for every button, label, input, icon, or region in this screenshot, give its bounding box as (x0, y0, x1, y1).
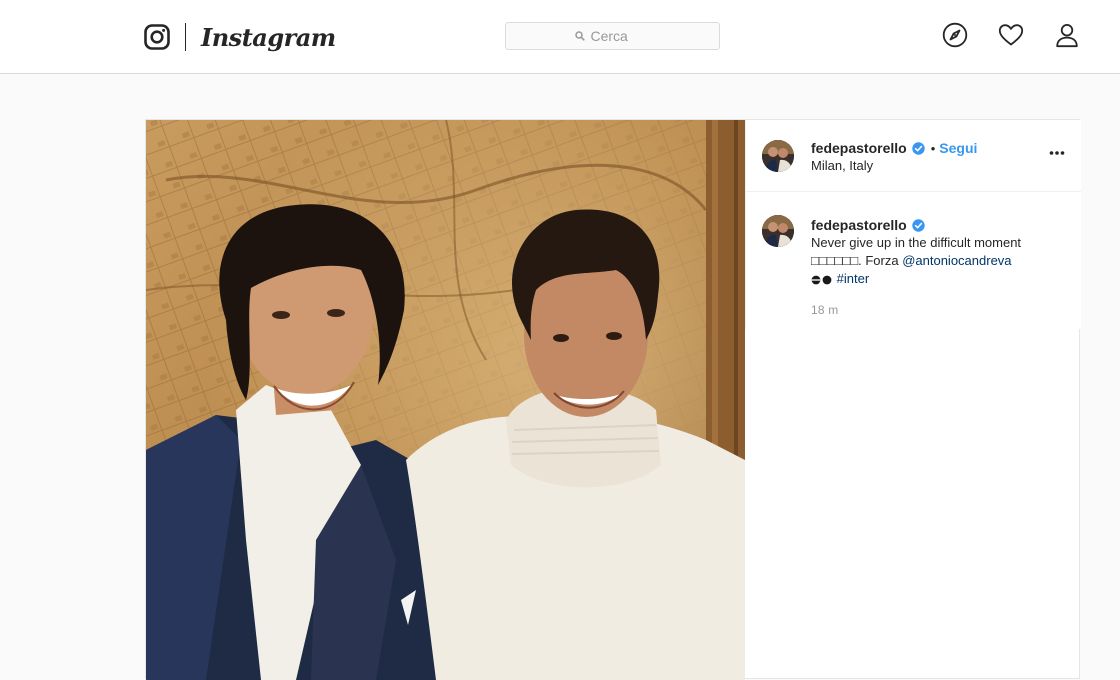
search-icon (574, 31, 585, 41)
follow-button[interactable]: Segui (939, 140, 977, 156)
logo-divider (185, 23, 186, 51)
caption-line-1: Never give up in the difficult moment (811, 235, 1022, 250)
black-blue-circles-emoji-icon (811, 275, 832, 284)
post-photo[interactable] (146, 120, 745, 680)
caption-body: fedepastorello Never give up in the diff… (811, 216, 1066, 319)
post-author: fedepastorello • Segui (811, 140, 977, 156)
profile-icon[interactable] (1054, 22, 1080, 48)
post-timestamp[interactable]: 18 m (811, 301, 1066, 319)
logo[interactable]: Instagram (144, 22, 336, 52)
heart-icon[interactable] (998, 22, 1024, 48)
more-options-icon[interactable] (1049, 150, 1065, 156)
caption-unrendered-glyphs: □□□□□□ (811, 253, 859, 268)
caption-username[interactable]: fedepastorello (811, 216, 907, 234)
instagram-wordmark[interactable]: Instagram (201, 23, 336, 53)
caption-avatar[interactable] (762, 215, 794, 247)
username[interactable]: fedepastorello (811, 140, 907, 156)
post-header: fedepastorello • Segui Milan, Italy (746, 120, 1081, 192)
caption-author: fedepastorello (811, 216, 1066, 234)
caption-text: . Forza (858, 253, 903, 268)
avatar-image (762, 215, 794, 247)
nav-icons (942, 22, 1080, 48)
avatar-image (762, 140, 794, 172)
verified-badge-icon (912, 141, 925, 155)
caption-line-3: #inter (811, 270, 1066, 288)
instagram-camera-icon[interactable] (144, 24, 170, 50)
location-link[interactable]: Milan, Italy (811, 158, 873, 173)
search-box[interactable] (505, 22, 720, 50)
top-nav: Instagram (0, 0, 1120, 74)
hashtag-link[interactable]: #inter (837, 271, 870, 286)
caption-comment: fedepastorello Never give up in the diff… (746, 192, 1081, 328)
post-card: fedepastorello • Segui Milan, Italy fede… (145, 119, 1081, 680)
avatar[interactable] (762, 140, 794, 172)
verified-badge-icon (912, 218, 925, 232)
mention-link[interactable]: @antoniocandreva (902, 253, 1011, 268)
post-image (146, 120, 745, 680)
dot-separator: • (930, 140, 936, 156)
post-sidebar: fedepastorello • Segui Milan, Italy fede… (745, 120, 1081, 329)
search-input[interactable] (590, 28, 651, 44)
compass-icon[interactable] (942, 22, 968, 48)
caption-line-2: □□□□□□. Forza @antoniocandreva (811, 252, 1066, 270)
